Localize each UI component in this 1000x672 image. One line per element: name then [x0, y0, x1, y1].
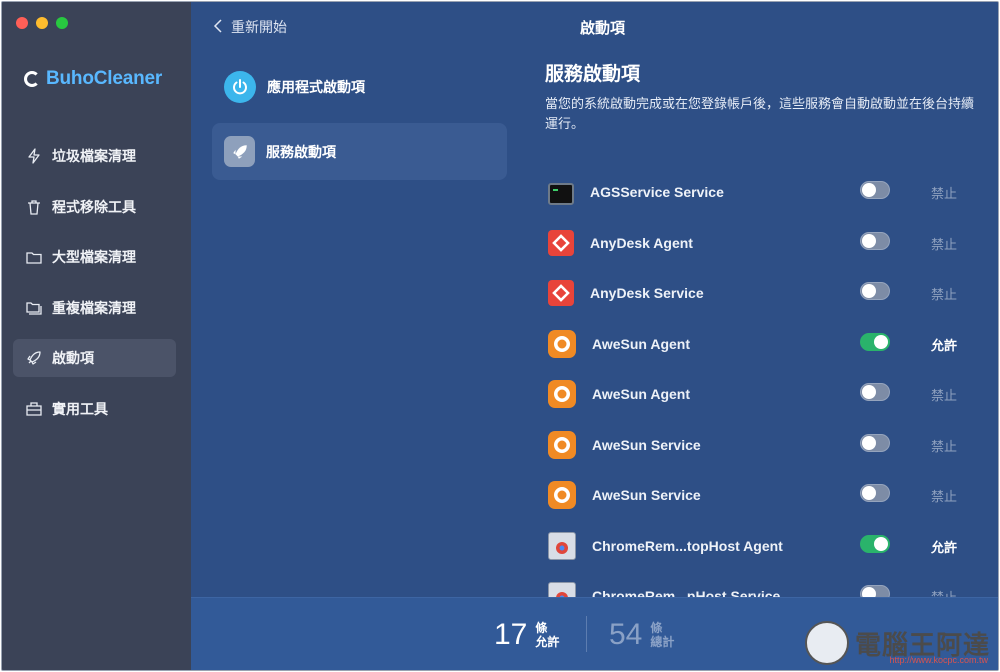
service-toggle[interactable]	[860, 383, 890, 401]
list-item: AGSService Service 禁止	[543, 167, 963, 218]
status-label: 禁止	[931, 388, 958, 403]
anydesk-icon	[548, 280, 574, 307]
service-toggle[interactable]	[860, 231, 890, 250]
app-window: BuhoCleaner 垃圾檔案清理 程式移除工具 大型檔案清理 重複檔案清理 …	[1, 1, 999, 671]
brand-logo: BuhoCleaner	[24, 68, 162, 90]
sidebar-item-label: 程式移除工具	[52, 198, 136, 215]
list-item: ChromeRem...pHost Service 禁止	[543, 571, 963, 600]
service-name: AweSun Service	[592, 436, 701, 453]
section-title: 服務啟動項	[545, 64, 641, 85]
total-caption: 條 總計	[650, 621, 674, 649]
summary-footer: 17 條 允許 54 條 總計 電腦王阿達 http://www.kocpc.c…	[191, 597, 998, 670]
chrome-remote-icon	[548, 531, 576, 560]
total-count: 54	[609, 618, 643, 651]
minimize-window-button[interactable]	[36, 17, 48, 29]
awesun-icon	[548, 380, 576, 409]
page-title: 啟動項	[580, 20, 626, 37]
sidebar-item-toolkit[interactable]: 實用工具	[13, 390, 176, 428]
mascot-face-icon	[804, 621, 849, 665]
service-name: AnyDesk Agent	[590, 234, 693, 251]
awesun-icon	[548, 481, 576, 510]
service-toggle[interactable]	[860, 332, 890, 351]
sidebar-item-uninstaller[interactable]: 程式移除工具	[13, 188, 176, 226]
service-toggle[interactable]	[860, 181, 890, 199]
status-label: 允許	[931, 337, 958, 353]
zoom-window-button[interactable]	[56, 17, 68, 29]
rocket-icon	[224, 136, 255, 167]
back-label: 重新開始	[231, 19, 287, 35]
awesun-icon	[548, 329, 576, 358]
total-label: 總計	[650, 635, 675, 649]
allowed-label: 允許	[535, 635, 560, 649]
sidebar-nav: 垃圾檔案清理 程式移除工具 大型檔案清理 重複檔案清理 啟動項 實用工具	[13, 137, 176, 440]
brand-name: BuhoCleaner	[46, 68, 163, 89]
allowed-stat: 17 條 允許	[494, 618, 559, 652]
service-toggle[interactable]	[860, 484, 890, 502]
buho-logo-icon	[24, 71, 40, 87]
status-label: 禁止	[931, 186, 958, 201]
status-label: 允許	[931, 539, 958, 555]
divider	[586, 616, 587, 652]
sidebar-item-label: 實用工具	[52, 400, 108, 417]
tab-app-startup[interactable]: 應用程式啟動項	[212, 58, 507, 115]
anydesk-icon	[548, 229, 574, 256]
allowed-unit: 條	[535, 621, 548, 635]
sidebar-item-junk-cleanup[interactable]: 垃圾檔案清理	[13, 137, 176, 175]
toolbox-icon	[26, 401, 42, 417]
sidebar: BuhoCleaner 垃圾檔案清理 程式移除工具 大型檔案清理 重複檔案清理 …	[2, 2, 191, 670]
sidebar-item-label: 垃圾檔案清理	[52, 148, 136, 164]
total-unit: 條	[650, 621, 663, 635]
sidebar-item-startup[interactable]: 啟動項	[13, 339, 176, 377]
sidebar-item-label: 重複檔案清理	[52, 299, 136, 316]
allowed-count: 17	[494, 618, 528, 651]
allowed-caption: 條 允許	[535, 621, 559, 649]
power-icon	[224, 70, 256, 103]
window-controls	[16, 17, 68, 29]
terminal-icon	[548, 182, 574, 205]
list-item: AweSun Service 禁止	[543, 420, 963, 471]
service-name: AweSun Agent	[592, 335, 691, 352]
tab-label: 應用程式啟動項	[267, 78, 365, 95]
list-item: AweSun Agent 禁止	[543, 369, 963, 420]
service-toggle[interactable]	[860, 534, 890, 553]
sidebar-item-label: 大型檔案清理	[52, 249, 136, 265]
service-name: ChromeRem...topHost Agent	[592, 537, 783, 554]
tab-label: 服務啟動項	[266, 143, 336, 160]
watermark-url: http://www.kocpc.com.tw	[889, 655, 988, 665]
list-item: AnyDesk Agent 禁止	[543, 218, 963, 269]
status-label: 禁止	[931, 236, 958, 252]
startup-category-list: 應用程式啟動項 服務啟動項	[212, 58, 507, 188]
total-stat: 54 條 總計	[609, 618, 674, 652]
service-name: AGSService Service	[590, 184, 724, 201]
service-toggle[interactable]	[860, 282, 890, 300]
lightning-icon	[26, 148, 42, 164]
back-button[interactable]: 重新開始	[213, 17, 287, 37]
status-label: 禁止	[931, 287, 958, 302]
main-panel: 重新開始 啟動項 應用程式啟動項 服務啟動項 服務啟動項 當您的系統啟動完成或在…	[191, 2, 998, 670]
list-item: AweSun Service 禁止	[543, 470, 963, 521]
list-item: AweSun Agent 允許	[543, 319, 963, 370]
status-label: 禁止	[931, 438, 958, 454]
list-item: ChromeRem...topHost Agent 允許	[543, 521, 963, 572]
service-toggle[interactable]	[860, 433, 890, 452]
service-name: AweSun Service	[592, 487, 701, 504]
sidebar-item-large-files[interactable]: 大型檔案清理	[13, 238, 176, 276]
duplicate-folder-icon	[26, 300, 42, 316]
sidebar-item-duplicates[interactable]: 重複檔案清理	[13, 289, 176, 327]
service-name: AnyDesk Service	[590, 285, 704, 302]
section-description: 當您的系統啟動完成或在您登錄帳戶後，這些服務會自動啟動並在後台持續運行。	[545, 96, 975, 131]
rocket-icon	[26, 350, 42, 366]
sidebar-item-label: 啟動項	[52, 350, 94, 366]
status-label: 禁止	[931, 489, 958, 504]
list-item: AnyDesk Service 禁止	[543, 268, 963, 319]
trash-icon	[26, 199, 42, 215]
folder-icon	[26, 249, 42, 265]
close-window-button[interactable]	[16, 17, 28, 29]
chevron-left-icon	[213, 18, 223, 37]
tab-service-startup[interactable]: 服務啟動項	[212, 123, 507, 180]
service-name: AweSun Agent	[592, 386, 691, 403]
awesun-icon	[548, 430, 576, 459]
service-list[interactable]: AGSService Service 禁止 AnyDesk Agent 禁止 A…	[543, 167, 963, 600]
